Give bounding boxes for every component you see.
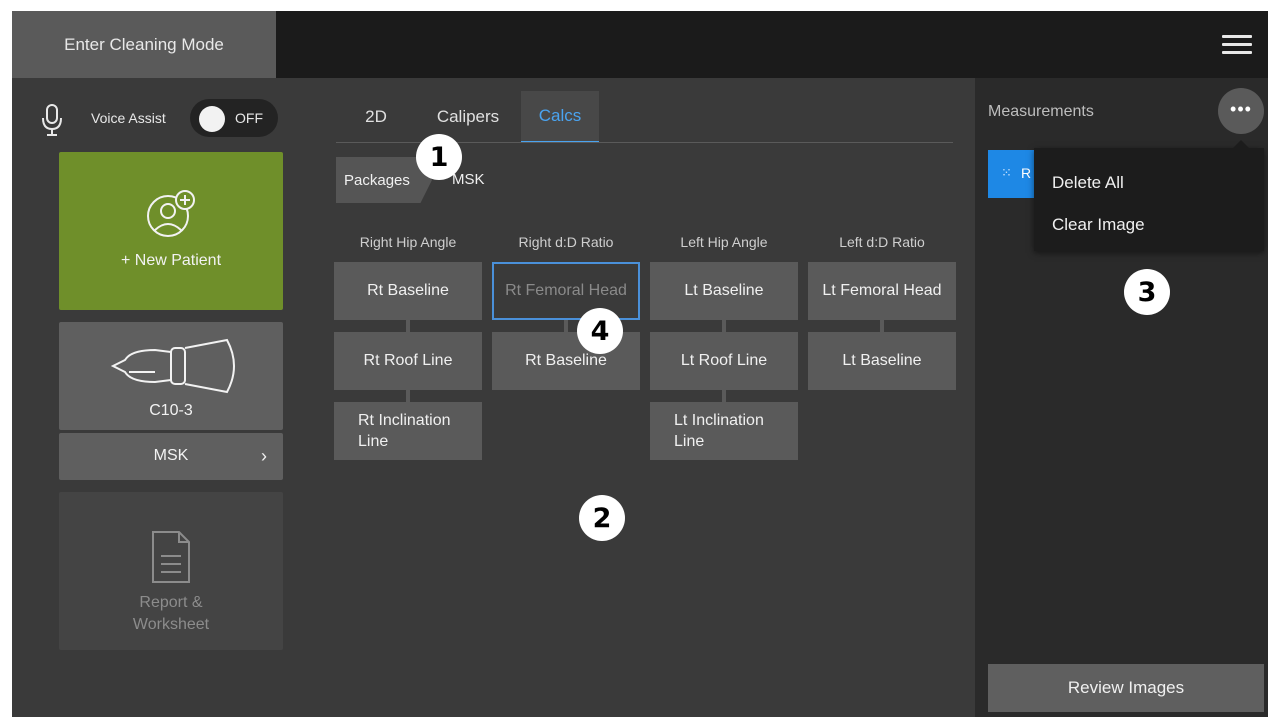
calc-lt-dd-baseline-button[interactable]: Lt Baseline — [808, 332, 956, 390]
calc-lt-roof-line-button[interactable]: Lt Roof Line — [650, 332, 798, 390]
add-patient-icon — [147, 190, 195, 237]
column-heading-left-dd-ratio: Left d:D Ratio — [839, 234, 925, 250]
column-heading-right-dd-ratio: Right d:D Ratio — [518, 234, 614, 250]
measurement-item-label: R — [1021, 165, 1032, 181]
more-options-button[interactable]: ••• — [1218, 88, 1264, 134]
step-connector — [406, 390, 410, 402]
calc-lt-inclination-line-button[interactable]: Lt Inclination Line — [650, 402, 798, 460]
calc-lt-femoral-head-button[interactable]: Lt Femoral Head — [808, 262, 956, 320]
menu-item-clear-image[interactable]: Clear Image — [1052, 215, 1145, 235]
preset-select-button[interactable]: MSK › — [59, 433, 283, 480]
microphone-icon[interactable] — [40, 103, 64, 137]
report-worksheet-label: Report & Worksheet — [59, 592, 283, 636]
step-connector — [722, 390, 726, 402]
calc-rt-inclination-line-button[interactable]: Rt Inclination Line — [334, 402, 482, 460]
probe-select-button[interactable]: C10-3 — [59, 322, 283, 430]
report-label-line2: Worksheet — [132, 616, 210, 633]
toggle-knob — [199, 106, 225, 132]
voice-assist-label: Voice Assist — [91, 110, 166, 126]
report-label-line1: Report & — [139, 594, 203, 611]
voice-assist-toggle[interactable]: OFF — [190, 99, 278, 137]
left-panel: Voice Assist OFF + New Patient C10-3 MSK… — [12, 78, 330, 717]
step-connector — [564, 320, 568, 332]
callout-badge: 4 — [577, 308, 623, 354]
step-connector — [880, 320, 884, 332]
probe-label: C10-3 — [149, 402, 193, 419]
document-icon — [152, 531, 190, 583]
measurements-title: Measurements — [988, 103, 1094, 120]
menu-item-delete-all[interactable]: Delete All — [1052, 173, 1124, 193]
review-images-button[interactable]: Review Images — [988, 664, 1264, 712]
breadcrumb-current: MSK — [452, 171, 485, 188]
calc-rt-roof-line-button[interactable]: Rt Roof Line — [334, 332, 482, 390]
step-connector — [406, 320, 410, 332]
calc-rt-baseline-button[interactable]: Rt Baseline — [334, 262, 482, 320]
ultrasound-screen: Enter Cleaning Mode Voice Assist OFF + N… — [12, 11, 1268, 717]
column-heading-right-hip-angle: Right Hip Angle — [359, 234, 457, 250]
callout-badge: 1 — [416, 134, 462, 180]
new-patient-label: + New Patient — [120, 252, 222, 269]
menu-pointer — [1232, 140, 1250, 149]
top-bar: Enter Cleaning Mode — [12, 11, 1268, 78]
tab-calcs[interactable]: Calcs — [521, 91, 599, 143]
hamburger-menu-icon[interactable] — [1222, 35, 1252, 55]
toggle-state-label: OFF — [235, 110, 263, 126]
calc-lt-baseline-button[interactable]: Lt Baseline — [650, 262, 798, 320]
step-connector — [722, 320, 726, 332]
new-patient-button[interactable]: + New Patient — [59, 152, 283, 310]
tab-2d[interactable]: 2D — [350, 91, 402, 143]
preset-label: MSK — [153, 447, 189, 464]
calc-rt-femoral-head-button[interactable]: Rt Femoral Head — [492, 262, 640, 320]
enter-cleaning-mode-button[interactable]: Enter Cleaning Mode — [12, 11, 276, 78]
report-worksheet-button[interactable]: Report & Worksheet — [59, 492, 283, 650]
callout-badge: 2 — [579, 495, 625, 541]
chevron-right-icon: › — [261, 446, 267, 466]
callout-badge: 3 — [1124, 269, 1170, 315]
column-heading-left-hip-angle: Left Hip Angle — [680, 234, 768, 250]
transducer-probe-icon — [111, 338, 235, 394]
measurements-options-menu: Delete All Clear Image — [1034, 140, 1264, 251]
caliper-x-icon: ⁙ — [1001, 165, 1012, 180]
